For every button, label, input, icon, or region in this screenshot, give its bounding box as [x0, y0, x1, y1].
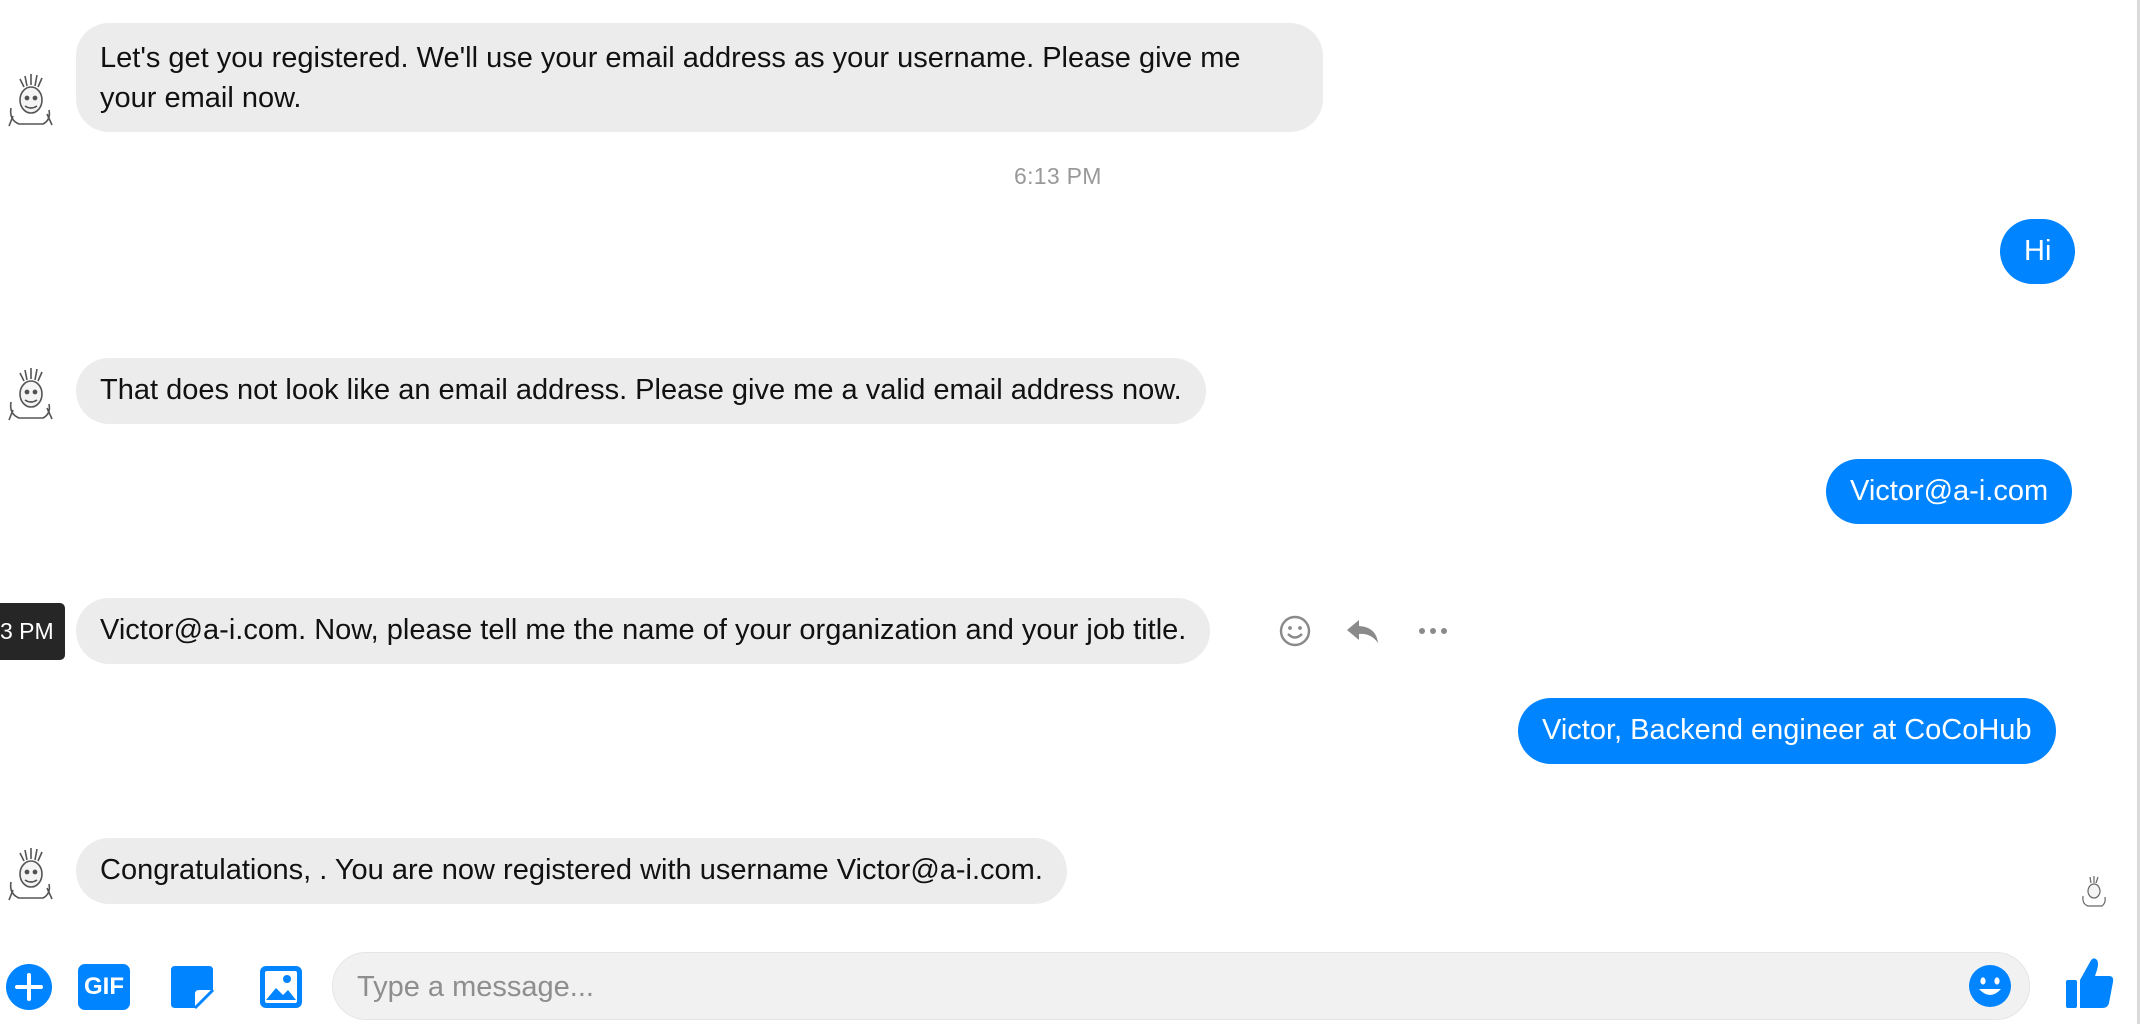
message-bubble-bot: Let's get you registered. We'll use your…	[76, 23, 1323, 132]
bot-avatar	[8, 848, 53, 901]
bot-avatar	[8, 368, 53, 421]
reply-icon[interactable]	[1343, 611, 1383, 651]
smiley-icon[interactable]	[1275, 611, 1315, 651]
gif-icon[interactable]: GIF	[78, 964, 130, 1010]
bot-avatar	[8, 74, 53, 127]
like-thumb-icon[interactable]	[2062, 954, 2118, 1012]
sticker-icon[interactable]	[167, 962, 217, 1012]
more-icon[interactable]	[1413, 611, 1453, 651]
plus-icon[interactable]	[4, 962, 54, 1012]
message-time-tooltip: 3 PM	[0, 603, 65, 660]
message-bubble-bot: Congratulations, . You are now registere…	[76, 838, 1067, 904]
message-bubble-user: Hi	[2000, 219, 2076, 284]
message-composer	[332, 952, 2030, 1021]
message-bubble-user: Victor, Backend engineer at CoCoHub	[1518, 698, 2056, 764]
photo-icon[interactable]	[256, 962, 306, 1012]
emoji-icon[interactable]	[1967, 963, 2013, 1009]
message-bubble-bot: That does not look like an email address…	[76, 358, 1206, 424]
message-bubble-user: Victor@a-i.com	[1826, 459, 2073, 524]
read-receipt-avatar	[2082, 876, 2106, 907]
timestamp-divider: 6:13 PM	[1014, 163, 1102, 189]
message-input[interactable]	[355, 953, 1959, 1021]
message-bubble-bot: Victor@a-i.com. Now, please tell me the …	[76, 598, 1211, 664]
